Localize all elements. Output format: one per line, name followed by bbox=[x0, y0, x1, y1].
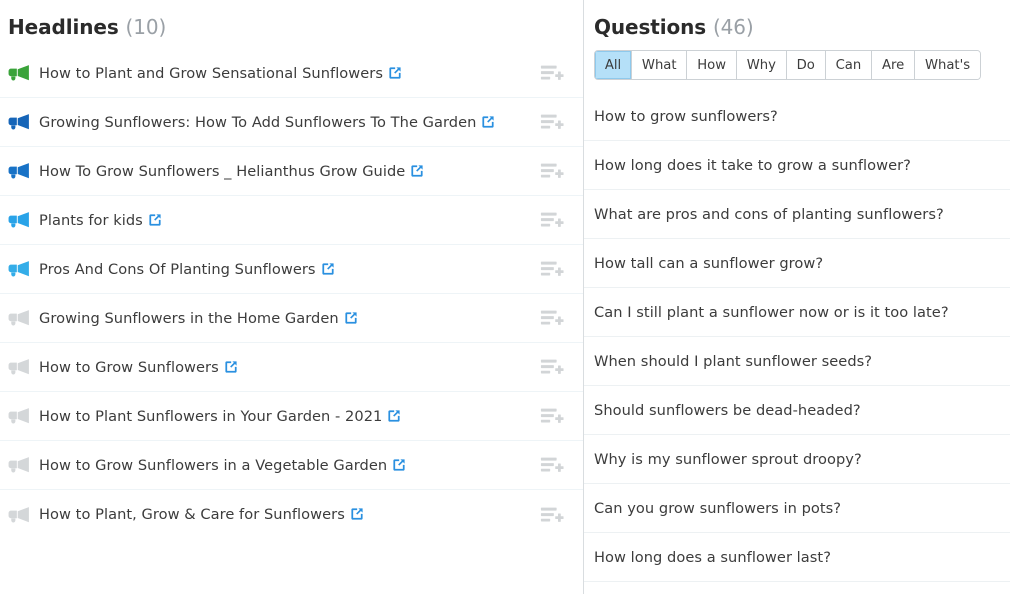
megaphone-icon bbox=[8, 359, 29, 375]
external-link-icon[interactable] bbox=[388, 66, 402, 80]
external-link-icon[interactable] bbox=[148, 213, 162, 227]
tab-all[interactable]: All bbox=[595, 51, 633, 79]
megaphone-icon bbox=[8, 163, 29, 179]
external-link-icon[interactable] bbox=[481, 115, 495, 129]
external-link-icon[interactable] bbox=[410, 164, 424, 178]
headline-text[interactable]: How to Plant and Grow Sensational Sunflo… bbox=[39, 65, 530, 82]
question-row[interactable]: How tall can a sunflower grow? bbox=[584, 239, 1010, 288]
external-link-wrapper[interactable] bbox=[345, 506, 364, 523]
question-row[interactable]: Why is my sunflower sprout droopy? bbox=[584, 435, 1010, 484]
tab-can[interactable]: Can bbox=[825, 51, 873, 79]
external-link-icon[interactable] bbox=[387, 409, 401, 423]
questions-panel-title: Questions (46) bbox=[584, 0, 1010, 39]
add-to-list-icon[interactable] bbox=[540, 505, 564, 525]
question-row[interactable]: Can you grow sunflowers in pots? bbox=[584, 484, 1010, 533]
headlines-title-text: Headlines bbox=[8, 15, 119, 39]
headlines-count: (10) bbox=[125, 15, 167, 39]
megaphone-icon bbox=[8, 261, 29, 277]
question-row[interactable]: How long does a sunflower last? bbox=[584, 533, 1010, 582]
add-to-list-icon[interactable] bbox=[540, 308, 564, 328]
headline-row[interactable]: How to Plant and Grow Sensational Sunflo… bbox=[0, 49, 583, 98]
megaphone-icon bbox=[8, 506, 29, 522]
headline-text[interactable]: Plants for kids bbox=[39, 212, 530, 229]
headline-row[interactable]: Pros And Cons Of Planting Sunflowers bbox=[0, 245, 583, 294]
headline-row[interactable]: Growing Sunflowers: How To Add Sunflower… bbox=[0, 98, 583, 147]
megaphone-icon bbox=[8, 310, 29, 326]
headline-text[interactable]: How to Grow Sunflowers bbox=[39, 359, 530, 376]
megaphone-icon bbox=[8, 65, 29, 81]
add-to-list-icon[interactable] bbox=[540, 357, 564, 377]
add-to-list-icon[interactable] bbox=[540, 63, 564, 83]
headlines-panel-title: Headlines (10) bbox=[0, 0, 583, 39]
external-link-icon[interactable] bbox=[344, 311, 358, 325]
add-to-list-icon[interactable] bbox=[540, 406, 564, 426]
external-link-icon[interactable] bbox=[224, 360, 238, 374]
headlines-questions-screen: Headlines (10) How to Plant and Grow Sen… bbox=[0, 0, 1010, 594]
megaphone-icon bbox=[8, 457, 29, 473]
external-link-icon[interactable] bbox=[350, 507, 364, 521]
question-row[interactable]: Can I still plant a sunflower now or is … bbox=[584, 288, 1010, 337]
headline-text[interactable]: Pros And Cons Of Planting Sunflowers bbox=[39, 261, 530, 278]
headline-text[interactable]: How To Grow Sunflowers _ Helianthus Grow… bbox=[39, 163, 530, 180]
headline-row[interactable]: How to Grow Sunflowers bbox=[0, 343, 583, 392]
question-filter-tabs[interactable]: All What How Why Do Can Are What's bbox=[594, 50, 981, 80]
headline-row[interactable]: How To Grow Sunflowers _ Helianthus Grow… bbox=[0, 147, 583, 196]
tab-why[interactable]: Why bbox=[736, 51, 787, 79]
add-to-list-icon[interactable] bbox=[540, 112, 564, 132]
external-link-wrapper[interactable] bbox=[476, 114, 495, 131]
headline-text[interactable]: Growing Sunflowers: How To Add Sunflower… bbox=[39, 114, 530, 131]
add-to-list-icon[interactable] bbox=[540, 455, 564, 475]
headline-text[interactable]: How to Plant, Grow & Care for Sunflowers bbox=[39, 506, 530, 523]
questions-count: (46) bbox=[712, 15, 754, 39]
add-to-list-icon[interactable] bbox=[540, 210, 564, 230]
external-link-wrapper[interactable] bbox=[316, 261, 335, 278]
external-link-wrapper[interactable] bbox=[143, 212, 162, 229]
headline-row[interactable]: How to Plant, Grow & Care for Sunflowers bbox=[0, 490, 583, 539]
headline-text[interactable]: Growing Sunflowers in the Home Garden bbox=[39, 310, 530, 327]
headline-text[interactable]: How to Plant Sunflowers in Your Garden -… bbox=[39, 408, 530, 425]
add-to-list-icon[interactable] bbox=[540, 259, 564, 279]
headline-row[interactable]: How to Grow Sunflowers in a Vegetable Ga… bbox=[0, 441, 583, 490]
questions-list: How to grow sunflowers? How long does it … bbox=[584, 92, 1010, 582]
headlines-list: How to Plant and Grow Sensational Sunflo… bbox=[0, 49, 583, 539]
headlines-panel: Headlines (10) How to Plant and Grow Sen… bbox=[0, 0, 584, 594]
external-link-wrapper[interactable] bbox=[382, 408, 401, 425]
tab-are[interactable]: Are bbox=[872, 51, 916, 79]
tab-do[interactable]: Do bbox=[786, 51, 826, 79]
external-link-icon[interactable] bbox=[392, 458, 406, 472]
megaphone-icon bbox=[8, 114, 29, 130]
megaphone-icon bbox=[8, 408, 29, 424]
add-to-list-icon[interactable] bbox=[540, 161, 564, 181]
headline-row[interactable]: How to Plant Sunflowers in Your Garden -… bbox=[0, 392, 583, 441]
external-link-wrapper[interactable] bbox=[383, 65, 402, 82]
question-row[interactable]: What are pros and cons of planting sunfl… bbox=[584, 190, 1010, 239]
headline-row[interactable]: Growing Sunflowers in the Home Garden bbox=[0, 294, 583, 343]
external-link-wrapper[interactable] bbox=[387, 457, 406, 474]
tab-how[interactable]: How bbox=[687, 51, 737, 79]
megaphone-icon bbox=[8, 212, 29, 228]
headline-text[interactable]: How to Grow Sunflowers in a Vegetable Ga… bbox=[39, 457, 530, 474]
external-link-wrapper[interactable] bbox=[405, 163, 424, 180]
question-row[interactable]: How long does it take to grow a sunflowe… bbox=[584, 141, 1010, 190]
external-link-icon[interactable] bbox=[321, 262, 335, 276]
headline-row[interactable]: Plants for kids bbox=[0, 196, 583, 245]
external-link-wrapper[interactable] bbox=[339, 310, 358, 327]
question-row[interactable]: How to grow sunflowers? bbox=[584, 92, 1010, 141]
tab-what[interactable]: What bbox=[632, 51, 688, 79]
external-link-wrapper[interactable] bbox=[219, 359, 238, 376]
tab-what-s[interactable]: What's bbox=[915, 51, 980, 79]
questions-title-text: Questions bbox=[594, 15, 707, 39]
question-row[interactable]: When should I plant sunflower seeds? bbox=[584, 337, 1010, 386]
questions-panel: Questions (46) All What How Why Do Can Are What… bbox=[584, 0, 1010, 594]
question-row[interactable]: Should sunflowers be dead-headed? bbox=[584, 386, 1010, 435]
